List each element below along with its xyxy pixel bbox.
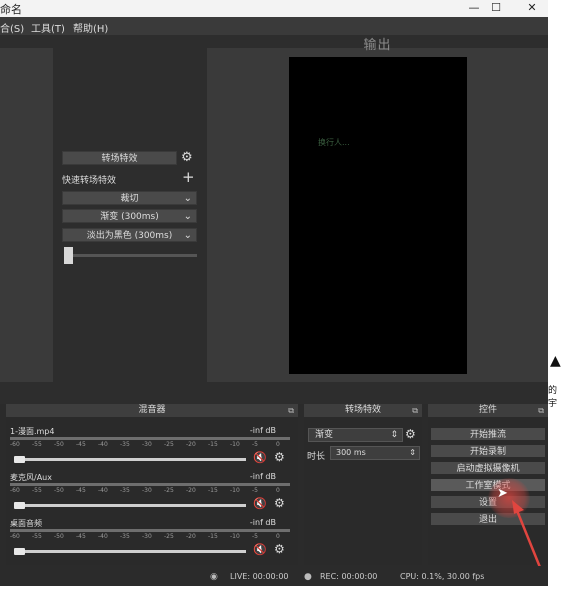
- channel-settings-gear-icon[interactable]: ⚙: [274, 496, 285, 510]
- transitions-header: 转场特效 ⧉: [304, 404, 422, 417]
- chevron-down-icon[interactable]: ⌄: [184, 210, 192, 224]
- undock-icon[interactable]: ⧉: [538, 404, 544, 417]
- add-quick-transition-icon[interactable]: +: [182, 168, 195, 186]
- mixer-header: 混音器 ⧉: [6, 404, 298, 417]
- transition-selected-value: 渐变: [315, 430, 334, 440]
- duration-value: 300 ms: [336, 448, 366, 457]
- muted-speaker-icon[interactable]: 🔇: [253, 497, 267, 510]
- mixer-channel-db: -inf dB: [249, 426, 276, 435]
- window-title-bar: 命名 — ☐ ✕: [0, 0, 548, 17]
- close-icon[interactable]: ✕: [518, 0, 546, 17]
- transition-select[interactable]: 渐变 ⇕: [308, 428, 403, 442]
- meter-ticks: -60 -55 -50 -45 -40 -35 -30 -25 -20 -15 …: [10, 533, 280, 540]
- volume-meter: [10, 437, 290, 440]
- mixer-title: 混音器: [138, 405, 166, 415]
- transition-effect-button[interactable]: 转场特效: [62, 151, 177, 165]
- volume-slider[interactable]: [18, 458, 246, 461]
- quick-transition-label: 渐变 (300ms): [100, 212, 159, 222]
- duration-spinbox[interactable]: 300 ms ⇕: [330, 446, 420, 460]
- undock-icon[interactable]: ⧉: [412, 404, 418, 417]
- output-screen: [289, 57, 467, 374]
- spinner-arrows-icon[interactable]: ⇕: [390, 429, 398, 441]
- meter-ticks: -60 -55 -50 -45 -40 -35 -30 -25 -20 -15 …: [10, 487, 280, 494]
- undock-icon[interactable]: ⧉: [288, 404, 294, 417]
- muted-speaker-icon[interactable]: 🔇: [253, 451, 267, 464]
- status-bar: ◉ LIVE: 00:00:00 ● REC: 00:00:00 CPU: 0.…: [0, 566, 548, 586]
- muted-speaker-icon[interactable]: 🔇: [253, 543, 267, 556]
- outside-fragment-icon: ▲: [550, 353, 561, 369]
- menu-tools[interactable]: 工具(T): [31, 20, 65, 35]
- quick-transition-label: 淡出为黑色 (300ms): [86, 231, 173, 241]
- meter-ticks: -60 -55 -50 -45 -40 -35 -30 -25 -20 -15 …: [10, 441, 280, 448]
- start-virtual-camera-button[interactable]: 启动虚拟摄像机: [430, 461, 546, 475]
- menu-bar: 合(S) 工具(T) 帮助(H): [0, 17, 548, 35]
- channel-settings-gear-icon[interactable]: ⚙: [274, 542, 285, 556]
- mixer-channel-name: 麦克风/Aux: [10, 473, 52, 482]
- controls-header: 控件 ⧉: [428, 404, 548, 417]
- quick-transition-label: 快速转场特效: [62, 176, 117, 186]
- chevron-down-icon[interactable]: ⌄: [184, 229, 192, 243]
- mouse-cursor-icon: ➤: [497, 486, 508, 501]
- menu-scene-collection[interactable]: 合(S): [0, 20, 24, 35]
- outside-fragment-text: 的宇: [548, 386, 558, 409]
- quick-transition-cut[interactable]: 裁切 ⌄: [62, 191, 197, 205]
- transition-settings-gear-icon[interactable]: ⚙: [181, 150, 193, 165]
- rec-time: REC: 00:00:00: [320, 572, 378, 581]
- volume-slider-handle[interactable]: [14, 548, 25, 555]
- volume-meter: [10, 483, 290, 486]
- start-streaming-button[interactable]: 开始推流: [430, 427, 546, 441]
- window-title: 命名: [0, 3, 22, 16]
- maximize-icon[interactable]: ☐: [482, 0, 510, 17]
- program-preview-pane: [0, 48, 53, 382]
- chevron-down-icon[interactable]: ⌄: [184, 192, 192, 206]
- rec-indicator-icon: ●: [304, 572, 312, 582]
- transition-effect-label: 转场特效: [101, 154, 138, 164]
- mixer-channel-name: 1-漫面.mp4: [10, 427, 55, 436]
- volume-slider[interactable]: [18, 550, 246, 553]
- outside-window-strip: ▲ 的宇: [548, 0, 562, 598]
- transition-slider-track[interactable]: [64, 254, 197, 257]
- output-label: 输出: [363, 38, 392, 53]
- mixer-channel-db: -inf dB: [249, 518, 276, 527]
- outside-window-area: [0, 586, 562, 598]
- mixer-channel-name: 桌面音频: [10, 519, 42, 528]
- live-indicator-icon: ◉: [210, 572, 218, 582]
- screen-text: 换行人...: [318, 138, 350, 147]
- transitions-dock: 转场特效 ⧉ 渐变 ⇕ ⚙ 时长 300 ms ⇕: [304, 404, 422, 565]
- transition-slider-handle[interactable]: [64, 247, 73, 264]
- start-recording-button[interactable]: 开始录制: [430, 444, 546, 458]
- controls-title: 控件: [478, 405, 497, 415]
- volume-slider[interactable]: [18, 504, 246, 507]
- transition-properties-gear-icon[interactable]: ⚙: [405, 427, 416, 441]
- menu-help[interactable]: 帮助(H): [73, 20, 108, 35]
- volume-slider-handle[interactable]: [14, 456, 25, 463]
- transitions-title: 转场特效: [344, 405, 381, 415]
- volume-slider-handle[interactable]: [14, 502, 25, 509]
- quick-transition-fade-to-black[interactable]: 淡出为黑色 (300ms) ⌄: [62, 228, 197, 242]
- quick-transition-fade[interactable]: 渐变 (300ms) ⌄: [62, 209, 197, 223]
- quick-transition-label: 裁切: [120, 194, 139, 204]
- duration-label: 时长: [307, 452, 326, 462]
- cpu-fps: CPU: 0.1%, 30.00 fps: [400, 572, 485, 581]
- spinner-arrows-icon[interactable]: ⇕: [409, 447, 416, 459]
- volume-meter: [10, 529, 290, 532]
- channel-settings-gear-icon[interactable]: ⚙: [274, 450, 285, 464]
- mixer-channel-db: -inf dB: [249, 472, 276, 481]
- mixer-dock: 混音器 ⧉ 1-漫面.mp4 -inf dB -60 -55 -50 -45 -…: [6, 404, 298, 565]
- live-time: LIVE: 00:00:00: [230, 572, 289, 581]
